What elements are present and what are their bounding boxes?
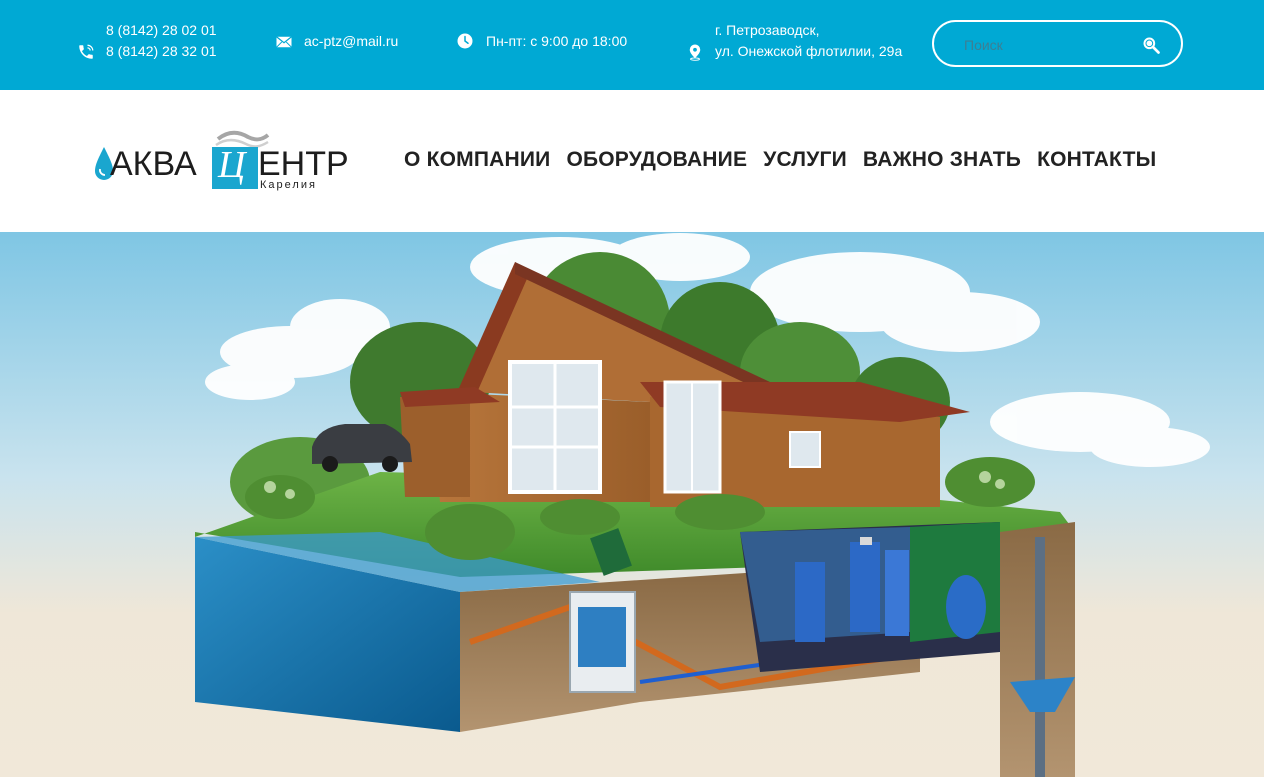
phone-number-2[interactable]: 8 (8142) 28 32 01 — [106, 41, 217, 61]
working-hours: Пн-пт: с 9:00 до 18:00 — [486, 33, 628, 49]
logo-subtitle: Карелия — [260, 179, 317, 191]
logo-text-part2: Ц — [217, 144, 248, 186]
phone-number-1[interactable]: 8 (8142) 28 02 01 — [106, 20, 217, 40]
clock-icon — [457, 33, 473, 49]
hero-illustration-house-water-system — [0, 232, 1264, 777]
main-nav: О КОМПАНИИ ОБОРУДОВАНИЕ УСЛУГИ ВАЖНО ЗНА… — [404, 148, 1156, 172]
site-header: АКВА Ц ЕНТР Карелия О КОМПАНИИ ОБОРУДОВА… — [0, 90, 1264, 232]
nav-item-important[interactable]: ВАЖНО ЗНАТЬ — [863, 148, 1021, 172]
search-input[interactable] — [962, 32, 1136, 58]
email-link[interactable]: ac-ptz@mail.ru — [304, 31, 398, 51]
nav-item-equipment[interactable]: ОБОРУДОВАНИЕ — [566, 148, 747, 172]
mail-icon — [276, 36, 292, 48]
hero-banner — [0, 232, 1264, 777]
address-line-2: ул. Онежской флотилии, 29а — [715, 43, 903, 59]
search-box — [932, 20, 1183, 67]
top-contact-bar: 8 (8142) 28 02 01 8 (8142) 28 32 01 ac-p… — [0, 0, 1264, 90]
location-pin-icon — [689, 44, 701, 61]
logo-text-part1: АКВА — [110, 145, 197, 183]
nav-item-services[interactable]: УСЛУГИ — [763, 148, 847, 172]
search-icon[interactable] — [1141, 35, 1161, 55]
logo-text-part3: ЕНТР — [258, 145, 349, 183]
nav-item-contacts[interactable]: КОНТАКТЫ — [1037, 148, 1156, 172]
phone-icon — [79, 44, 94, 59]
logo[interactable]: АКВА Ц ЕНТР Карелия — [92, 125, 350, 195]
nav-item-about[interactable]: О КОМПАНИИ — [404, 148, 550, 172]
address-line-1: г. Петрозаводск, — [715, 22, 820, 38]
